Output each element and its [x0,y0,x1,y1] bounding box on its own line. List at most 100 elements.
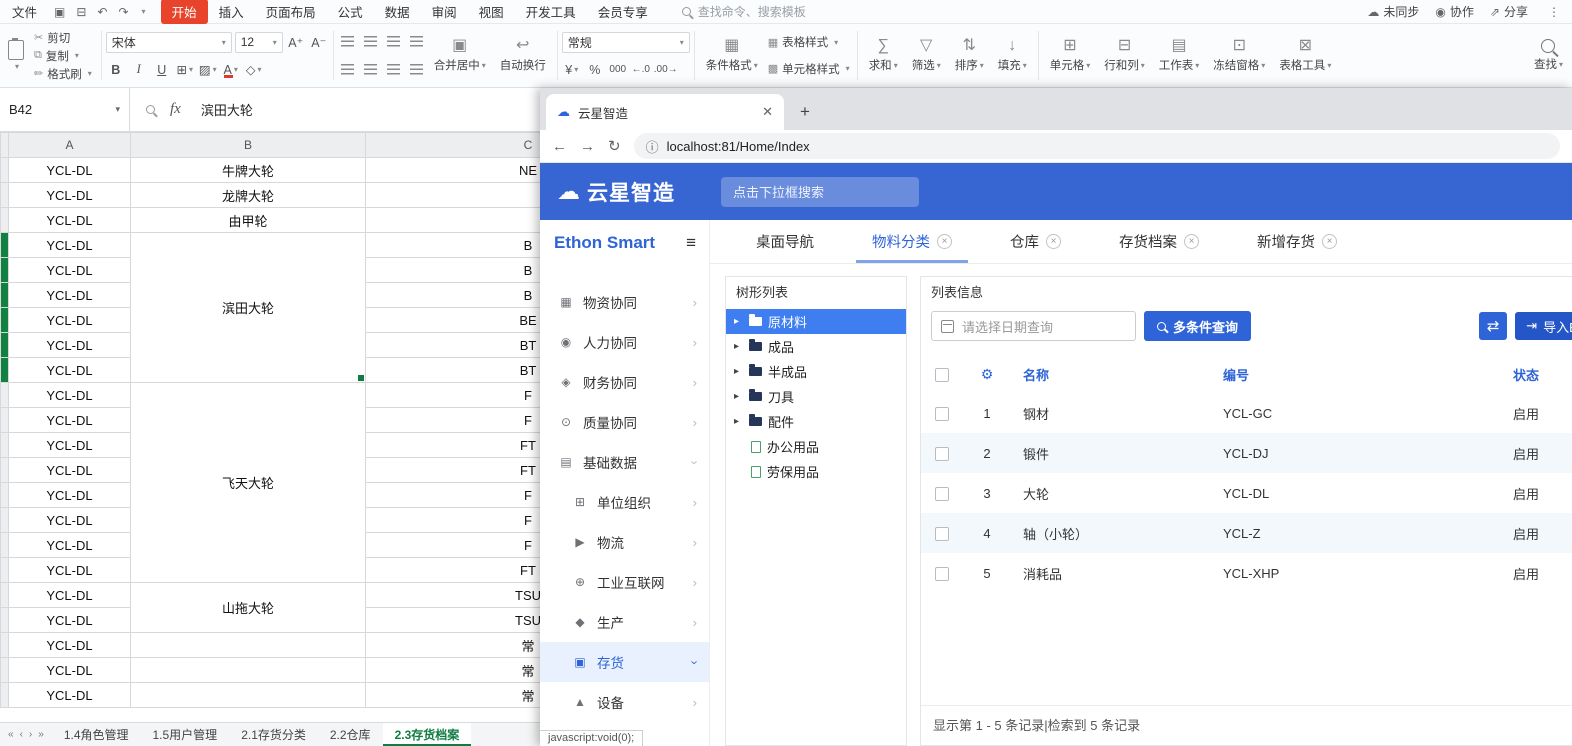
comma-style-button[interactable]: 000 [608,60,628,80]
tree-item-6[interactable]: 劳保用品 [726,459,906,484]
menubar-tab-2[interactable]: 页面布局 [255,0,327,24]
font-size-select[interactable]: 12▾ [235,32,283,53]
cell-B20[interactable] [131,633,366,658]
row-header[interactable] [1,208,9,233]
cell-A1[interactable]: YCL-DL [9,158,131,183]
menubar-tab-0[interactable]: 开始 [161,0,208,24]
cut-button[interactable]: ✂剪切 [31,29,95,47]
row-header[interactable] [1,283,9,308]
expand-arrow-icon[interactable]: ▸ [734,416,743,427]
address-bar[interactable]: ⓘ localhost:81/Home/Index [634,133,1560,159]
table-row[interactable]: 2锻件YCL-DJ启用 [921,433,1572,473]
bold-button[interactable]: B [106,60,126,80]
formula-search-icon[interactable] [146,105,155,114]
cell-A8[interactable]: YCL-DL [9,333,131,358]
sidebar-item-9[interactable]: ▣存货› [540,642,709,682]
expand-arrow-icon[interactable]: ▸ [734,366,743,377]
cell-A3[interactable]: YCL-DL [9,208,131,233]
cell-A12[interactable]: YCL-DL [9,433,131,458]
decrease-decimal-button[interactable]: .00→ [654,60,678,80]
row-header[interactable] [1,158,9,183]
cell-A17[interactable]: YCL-DL [9,558,131,583]
sheet-tab-0[interactable]: 1.4角色管理 [52,723,141,746]
borders-button[interactable]: ⊞▾ [175,60,195,80]
table-row[interactable]: 5消耗品YCL-XHP启用 [921,553,1572,593]
back-icon[interactable]: ← [552,138,567,155]
close-icon[interactable]: × [1046,234,1061,249]
print-icon[interactable]: ⊟ [72,5,90,19]
number-format-select[interactable]: 常规▾ [562,32,690,53]
row-header[interactable] [1,658,9,683]
cell-shading-button[interactable]: ◇▾ [244,60,264,80]
cell-A9[interactable]: YCL-DL [9,358,131,383]
increase-decimal-button[interactable]: ←.0 [631,60,651,80]
first-sheet-icon[interactable]: « [8,729,14,740]
sidebar-item-4[interactable]: ▤基础数据› [540,442,709,482]
italic-button[interactable]: I [129,60,149,80]
row-header[interactable] [1,458,9,483]
cell-A21[interactable]: YCL-DL [9,658,131,683]
cell-A15[interactable]: YCL-DL [9,508,131,533]
table-style-button[interactable]: ▦表格样式▾ [765,33,853,51]
next-sheet-icon[interactable]: › [29,729,32,740]
date-filter-input[interactable]: 请选择日期查询 [931,311,1136,341]
row-header[interactable] [1,683,9,708]
format-painter-button[interactable]: ✏格式刷▾ [31,65,95,83]
row-checkbox[interactable] [935,407,949,421]
font-color-button[interactable]: A▾ [221,60,241,80]
row-header[interactable] [1,233,9,258]
rows-cols-button[interactable]: ⊟ 行和列▾ [1097,28,1152,83]
row-header[interactable] [1,258,9,283]
cell-B21[interactable] [131,658,366,683]
expand-arrow-icon[interactable]: ▸ [734,341,743,352]
close-icon[interactable]: × [937,234,952,249]
cell-B1[interactable]: 牛牌大轮 [131,158,366,183]
cell-B22[interactable] [131,683,366,708]
sort-button[interactable]: ⇅ 排序▾ [948,28,991,83]
underline-button[interactable]: U [152,60,172,80]
cell-B18-merged[interactable]: 山拖大轮 [131,583,366,633]
name-box-dropdown-icon[interactable]: ▾ [115,104,120,115]
menubar-tab-1[interactable]: 插入 [208,0,255,24]
gear-icon[interactable]: ⚙ [981,366,994,382]
share-button[interactable]: ⇗分享 [1490,3,1528,20]
select-all-checkbox[interactable] [935,368,949,382]
fill-button[interactable]: ↓ 填充▾ [991,28,1034,83]
menubar-tab-5[interactable]: 审阅 [421,0,468,24]
menubar-tab-8[interactable]: 会员专享 [587,0,659,24]
conditional-format-button[interactable]: ▦ 条件格式▾ [699,28,765,83]
cell-A16[interactable]: YCL-DL [9,533,131,558]
sidebar-item-2[interactable]: ◈财务协同› [540,362,709,402]
table-row[interactable]: 3大轮YCL-DL启用 [921,473,1572,513]
merge-center-button[interactable]: ▣ 合并居中▾ [427,28,493,83]
menubar-tab-6[interactable]: 视图 [468,0,515,24]
row-header[interactable] [1,533,9,558]
command-search-box[interactable]: 查找命令、搜索模板 [682,3,892,20]
col-header-A[interactable]: A [9,133,131,158]
cell-A14[interactable]: YCL-DL [9,483,131,508]
sheet-tab-2[interactable]: 2.1存货分类 [229,723,318,746]
cell-style-button[interactable]: ▩单元格样式▾ [765,60,853,78]
sidebar-item-3[interactable]: ⊙质量协同› [540,402,709,442]
cell-B10-merged[interactable]: 飞天大轮 [131,383,366,583]
shrink-font-button[interactable]: A⁻ [309,32,329,52]
save-icon[interactable]: ▣ [50,5,69,19]
cell-A6[interactable]: YCL-DL [9,283,131,308]
freeze-panes-button[interactable]: ⊡ 冻结窗格▾ [1206,28,1272,83]
app-tab-1[interactable]: 物料分类× [872,220,952,263]
cell-B3[interactable]: 由甲轮 [131,208,366,233]
select-all-button[interactable] [1,133,9,158]
row-checkbox[interactable] [935,527,949,541]
close-icon[interactable]: × [1184,234,1199,249]
row-header[interactable] [1,408,9,433]
row-header[interactable] [1,608,9,633]
align-center-button[interactable] [361,59,381,79]
row-header[interactable] [1,633,9,658]
align-right-button[interactable] [384,59,404,79]
close-tab-icon[interactable]: ✕ [762,104,773,120]
cell-A2[interactable]: YCL-DL [9,183,131,208]
cell-A22[interactable]: YCL-DL [9,683,131,708]
cell-A13[interactable]: YCL-DL [9,458,131,483]
row-header[interactable] [1,383,9,408]
table-col-2[interactable]: 状态 [1501,355,1572,393]
